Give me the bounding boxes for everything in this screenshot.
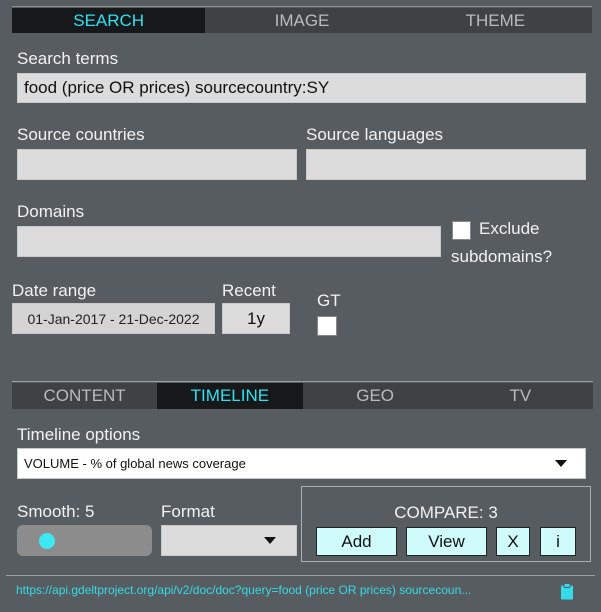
recent-select[interactable]: 1y (222, 303, 290, 334)
top-tab-bar: SEARCH IMAGE THEME (12, 8, 592, 33)
timeline-options-value: VOLUME - % of global news coverage (24, 456, 246, 471)
tab-theme[interactable]: THEME (398, 8, 592, 33)
gt-checkbox[interactable] (317, 316, 337, 336)
info-button[interactable]: i (540, 527, 576, 556)
timeline-options-select[interactable]: VOLUME - % of global news coverage (17, 448, 586, 479)
bottom-tab-bar: CONTENT TIMELINE GEO TV (12, 383, 593, 409)
exclude-label-line1: Exclude (479, 219, 540, 238)
domains-label: Domains (17, 202, 85, 221)
tab-tv[interactable]: TV (447, 383, 593, 409)
remove-button[interactable]: X (496, 527, 530, 556)
smooth-slider[interactable] (17, 525, 152, 556)
footer-divider (6, 575, 595, 576)
domains-input[interactable] (17, 226, 441, 257)
format-select[interactable] (161, 525, 297, 556)
recent-label: Recent (222, 281, 276, 300)
add-button[interactable]: Add (316, 527, 397, 556)
tab-image[interactable]: IMAGE (205, 8, 399, 33)
timeline-options-label: Timeline options (17, 425, 141, 444)
source-languages-label: Source languages (306, 125, 444, 144)
clipboard-icon[interactable] (560, 583, 574, 600)
exclude-label-line2: subdomains? (451, 247, 553, 266)
tab-geo[interactable]: GEO (302, 383, 448, 409)
api-url-link[interactable]: https://api.gdeltproject.org/api/v2/doc/… (16, 583, 541, 597)
smooth-label: Smooth: 5 (17, 502, 95, 521)
smooth-slider-thumb[interactable] (39, 533, 55, 549)
compare-label: COMPARE: 3 (394, 503, 498, 522)
tab-content[interactable]: CONTENT (12, 383, 158, 409)
chevron-down-icon (555, 460, 567, 467)
chevron-down-icon (264, 537, 276, 544)
tab-search[interactable]: SEARCH (12, 8, 206, 33)
search-terms-input[interactable]: food (price OR prices) sourcecountry:SY (17, 73, 586, 103)
exclude-subdomains-checkbox[interactable] (452, 221, 471, 240)
source-countries-input[interactable] (17, 149, 297, 180)
section-divider (12, 381, 593, 382)
format-label: Format (161, 502, 215, 521)
source-countries-label: Source countries (17, 125, 145, 144)
date-range-label: Date range (12, 281, 97, 300)
tab-timeline[interactable]: TIMELINE (157, 383, 303, 409)
top-divider (12, 6, 592, 7)
search-terms-label: Search terms (17, 49, 119, 68)
gt-label: GT (317, 291, 341, 310)
date-range-picker[interactable]: 01-Jan-2017 - 21-Dec-2022 (12, 303, 215, 334)
view-button[interactable]: View (406, 527, 487, 556)
source-languages-input[interactable] (306, 149, 586, 180)
